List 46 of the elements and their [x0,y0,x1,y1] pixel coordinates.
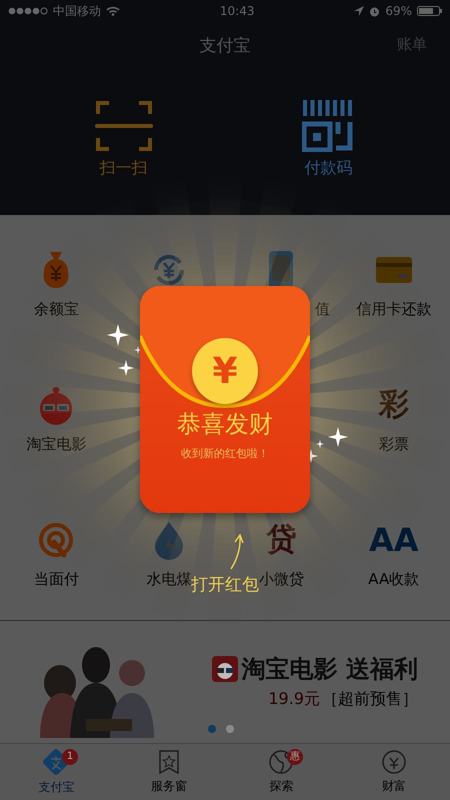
service-label: 淘宝电影 [26,434,86,454]
service-label: 信用卡还款 [356,299,432,319]
service-label: 值 [314,299,330,319]
service-label: 小微贷 [258,569,304,588]
scan-icon [94,100,152,152]
badge: 1 [62,749,78,765]
glyph-icon: 贷 [266,519,296,561]
battery-percent: 69% [385,4,412,18]
sparkle-icon [107,324,129,346]
banner-tag: ［超前预售］ [322,689,418,710]
alarm-icon [369,6,380,16]
tab-item[interactable]: 服务窗 [112,744,225,800]
location-icon [354,6,364,16]
signal-icon [8,7,48,15]
service-label: 水电煤 [146,569,192,588]
tab-item[interactable]: 惠 探索 [225,744,338,800]
service-label: AA收款 [368,569,420,589]
badge: 惠 [287,749,303,765]
sparkle-icon [118,360,134,376]
carrier-name: 中国移动 [53,2,101,20]
wealth-icon [380,749,407,775]
nav-title: 支付宝 [200,34,250,56]
battery-icon [417,6,442,16]
wifi-icon [106,6,120,16]
page-dot[interactable] [226,725,234,733]
pay-code-button[interactable]: 付款码 [282,100,376,179]
service-label: 当面付 [34,569,79,589]
service-label: 彩票 [378,434,409,454]
star-bookmark-icon [158,749,180,775]
barcode-icon [302,100,356,152]
arrow-icon [229,533,245,571]
banner-title: 淘宝电影 送福利 [242,654,418,685]
banner-price: 19.9元 [268,689,320,710]
page-dot[interactable] [208,725,216,733]
open-envelope-hint: 打开红包 [191,574,259,596]
sparkle-icon [328,427,348,447]
movie-mascot-icon [212,656,238,682]
service-label: 余额宝 [34,299,79,319]
glyph-icon: 彩 [378,384,409,426]
tab-item[interactable]: 财富 [338,744,450,800]
scan-button[interactable]: 扫一扫 [74,100,172,179]
envelope-subtitle: 收到新的红包啦！ [181,446,269,461]
clock-time: 10:43 [220,4,254,18]
glyph-icon: AA [368,519,419,561]
envelope-title: 恭喜发财 [177,409,273,440]
tab-item[interactable]: 1 支付宝 [0,744,112,800]
